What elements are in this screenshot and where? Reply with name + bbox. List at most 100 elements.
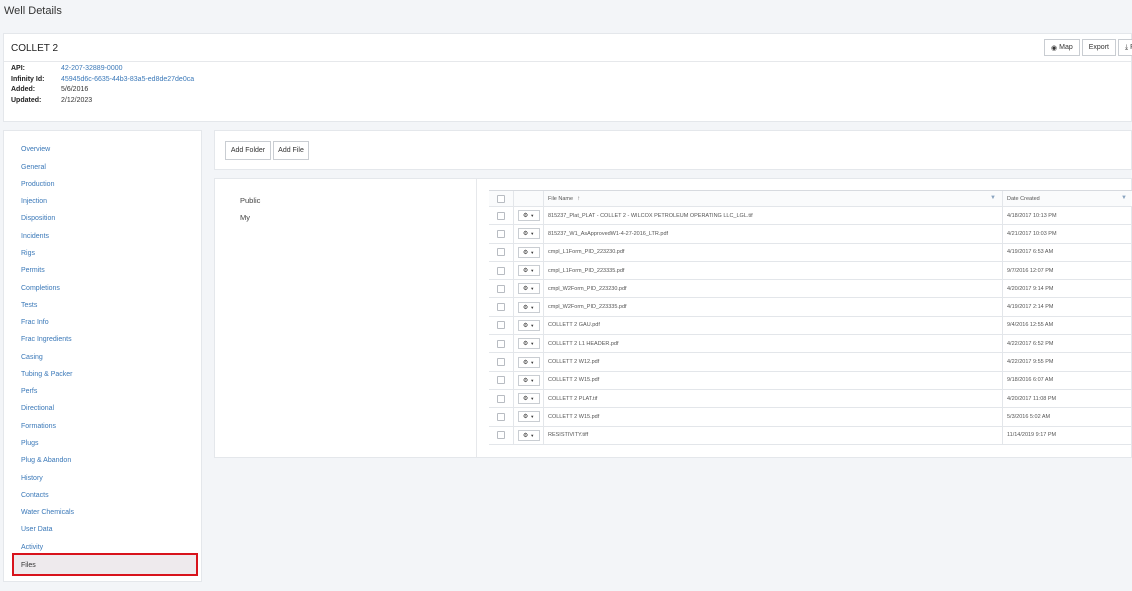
sidebar-item-frac-ingredients[interactable]: Frac Ingredients — [21, 336, 72, 343]
date-created-cell: 9/4/2016 12:55 AM — [1002, 316, 1132, 335]
gear-icon: ⚙ — [522, 359, 529, 366]
row-actions-button[interactable]: ⚙ ▼ — [517, 319, 540, 331]
file-name-cell[interactable]: COLLETT 2 PLAT.tif — [543, 389, 1002, 408]
map-button[interactable]: ◉ Map — [1044, 39, 1080, 56]
row-checkbox[interactable] — [497, 229, 505, 238]
table-row[interactable]: ⚙ ▼ RESISTIVITY.tiff 11/14/2019 9:17 PM — [489, 426, 1132, 445]
caret-down-icon: ▼ — [530, 268, 535, 274]
file-name-cell[interactable]: COLLETT 2 GAU.pdf — [543, 316, 1002, 335]
row-checkbox[interactable] — [497, 284, 505, 293]
table-row[interactable]: ⚙ ▼ cmpl_L1Form_PID_223335.pdf 9/7/2016 12:… — [489, 261, 1132, 281]
sidebar-item-perfs[interactable]: Perfs — [21, 388, 37, 395]
sidebar-item-formations[interactable]: Formations — [21, 423, 56, 430]
row-checkbox[interactable] — [497, 412, 505, 421]
folder-public[interactable]: Public — [240, 196, 260, 205]
row-checkbox[interactable] — [497, 211, 505, 220]
sidebar-item-frac-info[interactable]: Frac Info — [21, 319, 49, 326]
table-row[interactable]: ⚙ ▼ COLLETT 2 GAU.pdf 9/4/2016 12:55 AM — [489, 316, 1132, 336]
file-name-cell[interactable]: cmpl_W2Form_PID_223230.pdf — [543, 280, 1002, 298]
file-name-cell[interactable]: cmpl_L1Form_PID_223335.pdf — [543, 261, 1002, 280]
sidebar-item-incidents[interactable]: Incidents — [21, 233, 49, 240]
caret-down-icon: ▼ — [530, 286, 535, 292]
row-actions-button[interactable]: ⚙ ▼ — [517, 374, 540, 386]
file-name-cell[interactable]: COLLETT 2 L1 HEADER.pdf — [543, 335, 1002, 353]
sidebar-item-tests[interactable]: Tests — [21, 302, 37, 309]
row-checkbox[interactable] — [497, 431, 505, 440]
sidebar-item-disposition[interactable]: Disposition — [21, 215, 55, 222]
sidebar-item-history[interactable]: History — [21, 475, 43, 482]
sidebar-item-tubing-packer[interactable]: Tubing & Packer — [21, 371, 73, 378]
row-actions-button[interactable]: ⚙ ▼ — [517, 338, 540, 350]
sidebar-item-directional[interactable]: Directional — [21, 405, 54, 412]
info-row-added: Added: 5/6/2016 — [11, 86, 89, 93]
table-row[interactable]: ⚙ ▼ COLLETT 2 W15.pdf 5/3/2016 5:02 AM — [489, 408, 1132, 427]
add-file-button[interactable]: Add File — [273, 141, 309, 160]
sidebar-item-rigs[interactable]: Rigs — [21, 250, 35, 257]
infinity-id-link[interactable]: 45945d6c-6635-44b3-83a5-ed8de27de0ca — [61, 75, 194, 86]
sidebar-item-plugs[interactable]: Plugs — [21, 440, 39, 447]
add-folder-button[interactable]: Add Folder — [225, 141, 271, 160]
caret-down-icon: ▼ — [530, 213, 535, 219]
row-actions-button[interactable]: ⚙ ▼ — [517, 265, 540, 277]
table-row[interactable]: ⚙ ▼ COLLETT 2 W15.pdf 9/18/2016 6:07 AM — [489, 371, 1132, 390]
api-link[interactable]: 42-207-32889-0000 — [61, 64, 123, 75]
sidebar-item-plug-abandon[interactable]: Plug & Abandon — [21, 457, 71, 464]
sidebar-item-activity[interactable]: Activity — [21, 544, 43, 551]
column-header-file-name[interactable]: File Name ↑ ▼ — [543, 191, 1002, 206]
row-checkbox[interactable] — [497, 394, 505, 403]
sidebar-item-water-chemicals[interactable]: Water Chemicals — [21, 509, 74, 516]
row-checkbox[interactable] — [497, 303, 505, 312]
row-actions-button[interactable]: ⚙ ▼ — [517, 429, 540, 441]
sidebar-item-files[interactable]: Files — [21, 562, 36, 569]
row-checkbox[interactable] — [497, 376, 505, 385]
filter-icon[interactable]: ▼ — [1121, 195, 1127, 201]
row-checkbox[interactable] — [497, 248, 505, 257]
table-row[interactable]: ⚙ ▼ 815237_Plat_PLAT - COLLET 2 - WILCOX P… — [489, 207, 1132, 226]
file-name-cell[interactable]: cmpl_W2Form_PID_223335.pdf — [543, 298, 1002, 316]
date-created-cell: 4/22/2017 9:55 PM — [1002, 353, 1132, 371]
sidebar-item-injection[interactable]: Injection — [21, 198, 47, 205]
column-header-date-created[interactable]: Date Created ▼ — [1002, 191, 1132, 206]
file-name-cell[interactable]: COLLETT 2 W15.pdf — [543, 408, 1002, 426]
row-checkbox[interactable] — [497, 358, 505, 367]
row-checkbox[interactable] — [497, 321, 505, 330]
export-button[interactable]: Export — [1081, 39, 1116, 56]
table-row[interactable]: ⚙ ▼ cmpl_W2Form_PID_223230.pdf 4/20/2017 9:… — [489, 280, 1132, 299]
file-name-cell[interactable]: COLLETT 2 W15.pdf — [543, 371, 1002, 389]
file-name-cell[interactable]: 815237_Plat_PLAT - COLLET 2 - WILCOX PET… — [543, 207, 1002, 225]
table-row[interactable]: ⚙ ▼ 815237_W1_AsApprovedW1-4-27-2016_LTR.p… — [489, 225, 1132, 244]
row-actions-button[interactable]: ⚙ ▼ — [517, 228, 540, 240]
file-name-cell[interactable]: cmpl_L1Form_PID_223230.pdf — [543, 243, 1002, 261]
folder-my[interactable]: My — [240, 213, 250, 222]
file-name-cell[interactable]: 815237_W1_AsApprovedW1-4-27-2016_LTR.pdf — [543, 225, 1002, 243]
row-actions-button[interactable]: ⚙ ▼ — [517, 246, 540, 258]
sidebar-item-casing[interactable]: Casing — [21, 354, 43, 361]
file-name-cell[interactable]: RESISTIVITY.tiff — [543, 426, 1002, 444]
row-actions-button[interactable]: ⚙ ▼ — [517, 411, 540, 423]
row-checkbox[interactable] — [497, 266, 505, 275]
table-row[interactable]: ⚙ ▼ cmpl_W2Form_PID_223335.pdf 4/19/2017 2:… — [489, 298, 1132, 317]
table-row[interactable]: ⚙ ▼ cmpl_L1Form_PID_223230.pdf 4/19/2017 6:… — [489, 243, 1132, 262]
info-row-updated: Updated: 2/12/2023 — [11, 96, 93, 104]
sidebar-item-contacts[interactable]: Contacts — [21, 492, 49, 499]
file-name-cell[interactable]: COLLETT 2 W12.pdf — [543, 353, 1002, 371]
filter-icon[interactable]: ▼ — [990, 195, 996, 201]
table-row[interactable]: ⚙ ▼ COLLETT 2 W12.pdf 4/22/2017 9:55 PM — [489, 353, 1132, 372]
row-actions-button[interactable]: ⚙ ▼ — [517, 210, 540, 222]
row-checkbox[interactable] — [497, 339, 505, 348]
row-actions-button[interactable]: ⚙ ▼ — [517, 301, 540, 313]
sidebar-item-overview[interactable]: Overview — [21, 146, 50, 153]
sidebar-item-general[interactable]: General — [21, 164, 46, 171]
table-row[interactable]: ⚙ ▼ COLLETT 2 PLAT.tif 4/20/2017 11:08 PM — [489, 389, 1132, 409]
row-actions-button[interactable]: ⚙ ▼ — [517, 356, 540, 368]
sidebar-item-completions[interactable]: Completions — [21, 285, 60, 292]
row-actions-button[interactable]: ⚙ ▼ — [517, 393, 540, 405]
sidebar-item-user-data[interactable]: User Data — [21, 526, 53, 533]
select-all-checkbox[interactable] — [497, 194, 505, 203]
gear-icon: ⚙ — [522, 268, 529, 275]
report-button[interactable]: ⤓Re — [1117, 39, 1132, 56]
sidebar-item-production[interactable]: Production — [21, 181, 54, 188]
sidebar-item-permits[interactable]: Permits — [21, 267, 45, 274]
row-actions-button[interactable]: ⚙ ▼ — [517, 283, 540, 295]
table-row[interactable]: ⚙ ▼ COLLETT 2 L1 HEADER.pdf 4/22/2017 6:52 … — [489, 335, 1132, 354]
